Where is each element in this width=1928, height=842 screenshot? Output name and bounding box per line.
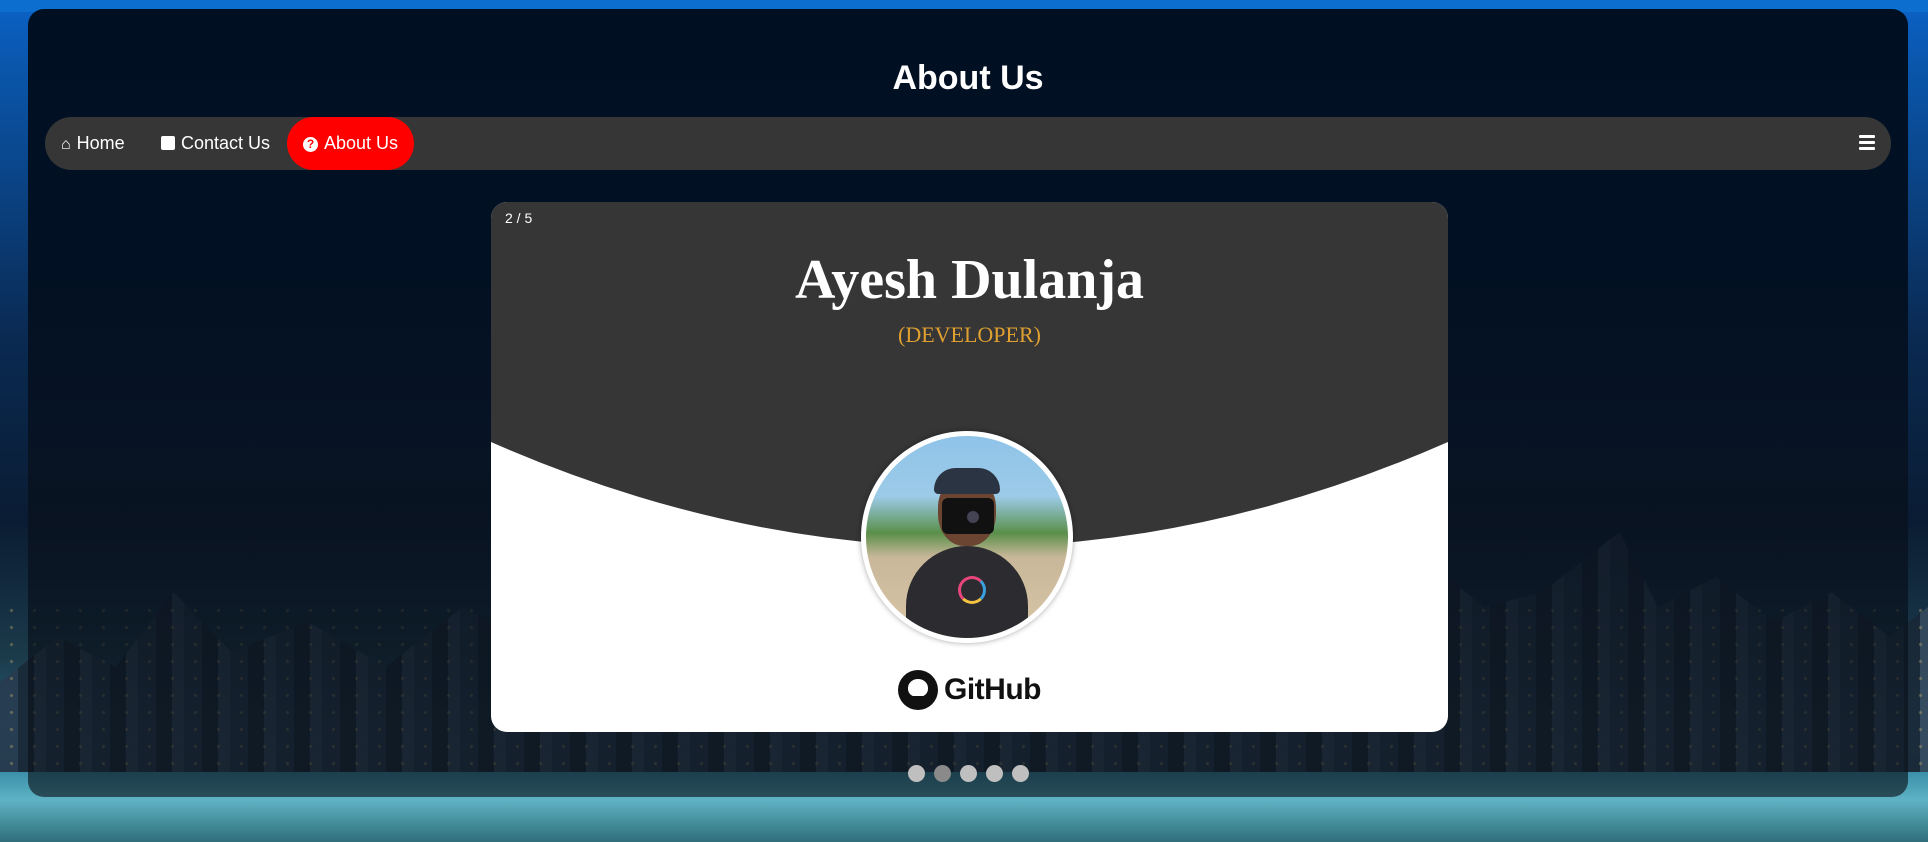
nav-about-us[interactable]: ? About Us xyxy=(287,117,415,170)
github-label: GitHub xyxy=(944,673,1041,706)
carousel-dot-5[interactable] xyxy=(1012,765,1029,782)
nav-home[interactable]: ⌂ Home xyxy=(45,117,141,170)
carousel-dot-2[interactable] xyxy=(934,765,951,782)
main-panel: About Us ⌂ Home Contact Us ? About Us 2 / … xyxy=(28,9,1908,797)
question-icon: ? xyxy=(303,137,318,152)
phone-icon xyxy=(161,132,175,185)
github-icon xyxy=(898,670,938,710)
github-link[interactable]: GitHub xyxy=(491,670,1448,710)
person-role: (DEVELOPER) xyxy=(898,322,1041,347)
carousel-dot-4[interactable] xyxy=(986,765,1003,782)
page-title: About Us xyxy=(892,59,1044,97)
hamburger-icon[interactable] xyxy=(1859,135,1875,151)
carousel-dot-1[interactable] xyxy=(908,765,925,782)
home-icon: ⌂ xyxy=(61,136,71,153)
navbar: ⌂ Home Contact Us ? About Us xyxy=(45,117,1891,185)
nav-contact-label: Contact Us xyxy=(181,133,271,153)
profile-photo xyxy=(866,436,1068,638)
avatar xyxy=(861,431,1073,643)
carousel-dot-3[interactable] xyxy=(960,765,977,782)
slide-counter: 2 / 5 xyxy=(505,210,533,226)
nav-about-label: About Us xyxy=(324,133,399,153)
nav-home-label: Home xyxy=(76,133,125,153)
nav-contact-us[interactable]: Contact Us xyxy=(145,117,286,185)
profile-card: 2 / 5 Ayesh Dulanja (DEVELOPER) GitHub xyxy=(491,202,1448,732)
person-name: Ayesh Dulanja xyxy=(794,249,1144,311)
